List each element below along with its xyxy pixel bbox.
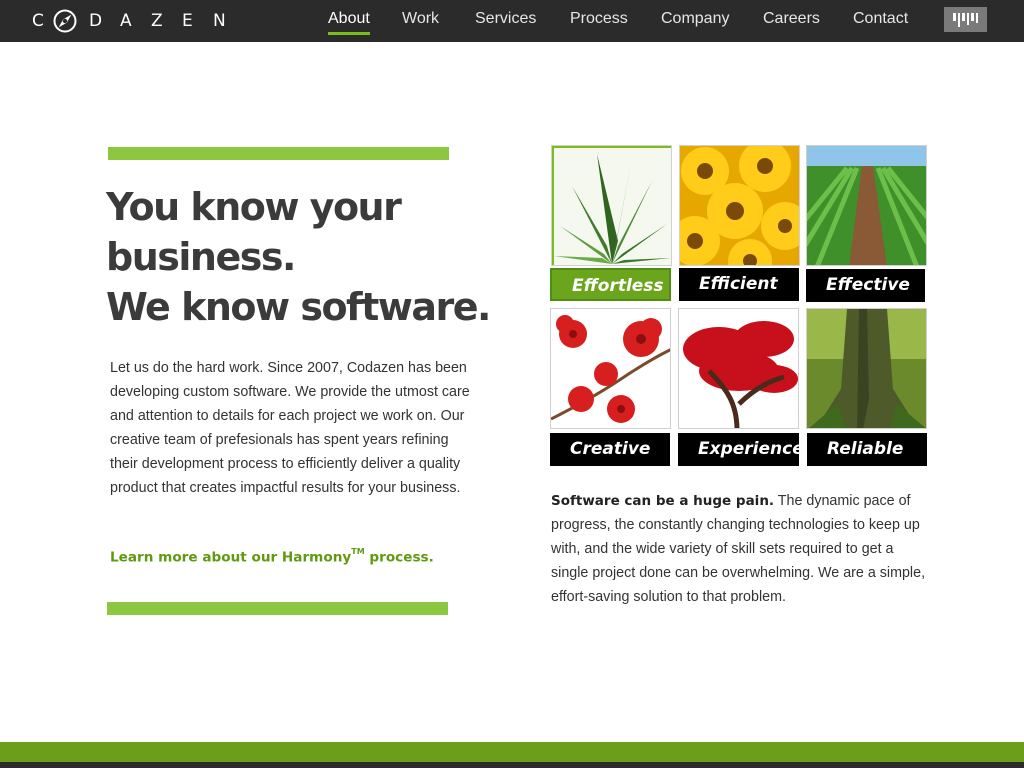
- nav-services[interactable]: Services: [475, 10, 536, 28]
- tile-label-effortless: Effortless: [550, 268, 671, 301]
- logo-letter-z: Z: [151, 11, 163, 31]
- crop-field-photo: [806, 145, 927, 266]
- tile-label-experienced: Experienced: [678, 433, 816, 466]
- headline-line-3: We know software.: [106, 285, 491, 329]
- hero-headline: You know your business. We know software…: [106, 182, 506, 332]
- headline-line-2: business.: [106, 235, 296, 279]
- aloe-plant-photo: [551, 145, 672, 266]
- harmony-link-text: Learn more about our Harmony: [110, 549, 352, 566]
- barcode-menu-icon: [952, 12, 978, 27]
- footer-green-strip: [0, 742, 1024, 762]
- software-pain-body: The dynamic pace of progress, the consta…: [551, 493, 926, 605]
- nav-careers[interactable]: Careers: [763, 10, 820, 28]
- nav-company[interactable]: Company: [661, 10, 729, 28]
- top-accent-rule: [108, 147, 449, 160]
- red-orchids-photo: [550, 308, 671, 429]
- headline-line-1: You know your: [106, 185, 402, 229]
- nav-about[interactable]: About: [328, 10, 370, 35]
- harmony-process-link[interactable]: Learn more about our HarmonyTM process.: [110, 547, 434, 566]
- logo-letter-e: E: [182, 11, 193, 31]
- harmony-link-suffix: process.: [364, 549, 434, 566]
- tile-label-creative: Creative: [550, 433, 670, 466]
- red-maple-tree-photo: [678, 308, 799, 429]
- footer-dark-strip: [0, 762, 1024, 768]
- software-pain-lead: Software can be a huge pain.: [551, 493, 775, 509]
- compass-logo-icon: [53, 9, 77, 33]
- nav-work[interactable]: Work: [402, 10, 439, 28]
- logo-letter-a: A: [120, 11, 132, 31]
- software-pain-paragraph: Software can be a huge pain. The dynamic…: [551, 489, 931, 609]
- mossy-tree-trunk-photo: [806, 308, 927, 429]
- codazen-logo[interactable]: C D A Z E N: [32, 6, 244, 36]
- tile-label-reliable: Reliable: [807, 433, 927, 466]
- bottom-accent-rule: [107, 602, 448, 615]
- menu-button[interactable]: [944, 7, 987, 32]
- sunflowers-photo: [679, 145, 800, 266]
- nav-process[interactable]: Process: [570, 10, 628, 28]
- top-navigation-bar: C D A Z E N About Work Services Process …: [0, 0, 1024, 42]
- logo-letter-d: D: [89, 11, 103, 31]
- logo-letter-n: N: [213, 11, 226, 31]
- tile-label-efficient: Efficient: [679, 268, 799, 301]
- intro-paragraph: Let us do the hard work. Since 2007, Cod…: [110, 360, 470, 496]
- nav-contact[interactable]: Contact: [853, 10, 908, 28]
- tile-label-effective: Effective: [806, 269, 925, 302]
- trademark-mark: TM: [351, 547, 365, 556]
